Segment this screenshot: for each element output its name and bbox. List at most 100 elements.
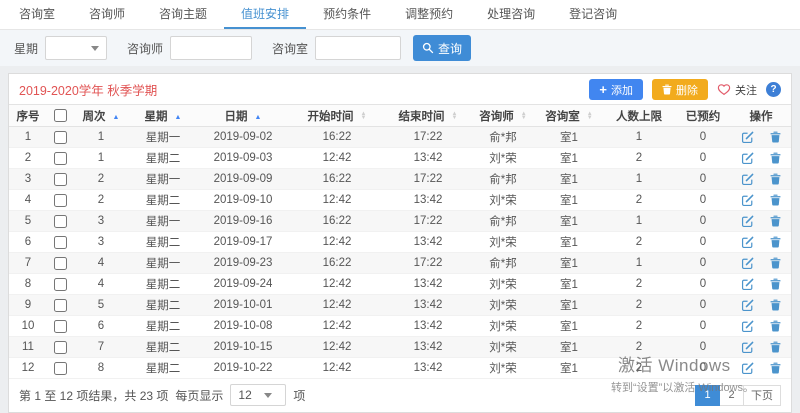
follow-button-label: 关注 — [735, 82, 757, 98]
row-checkbox-cell — [47, 274, 73, 295]
row-checkbox[interactable] — [54, 278, 67, 291]
row-checkbox[interactable] — [54, 215, 67, 228]
booked-cell: 0 — [675, 169, 731, 190]
add-button[interactable]: + 添加 — [589, 79, 643, 100]
edit-button[interactable] — [741, 362, 754, 375]
tab-consult-topic[interactable]: 咨询主题 — [142, 0, 224, 29]
column-header[interactable]: 星期▲ — [129, 105, 197, 127]
follow-button[interactable]: 关注 — [717, 82, 757, 98]
delete-row-button[interactable] — [770, 215, 781, 227]
app-window: 咨询室 咨询师 咨询主题 值班安排 预约条件 调整预约 处理咨询 登记咨询 星期… — [0, 0, 800, 413]
column-header[interactable]: 结束时间▲▼ — [385, 105, 471, 127]
start-time-cell: 12:42 — [289, 295, 385, 316]
day-cell: 星期二 — [129, 274, 197, 295]
tab-register-consult[interactable]: 登记咨询 — [552, 0, 634, 29]
select-all-checkbox[interactable] — [54, 109, 67, 122]
table-header-row: 序号周次▲星期▲日期▲开始时间▲▼结束时间▲▼咨询师▲▼咨询室▲▼人数上限已预约… — [9, 105, 791, 127]
day-cell: 星期一 — [129, 253, 197, 274]
date-cell: 2019-09-17 — [197, 232, 289, 253]
row-checkbox-cell — [47, 316, 73, 337]
room-cell: 室1 — [535, 148, 603, 169]
delete-row-button[interactable] — [770, 299, 781, 311]
edit-icon — [741, 173, 754, 186]
edit-button[interactable] — [741, 299, 754, 312]
tab-consult-room[interactable]: 咨询室 — [2, 0, 72, 29]
tab-adjust-booking[interactable]: 调整预约 — [388, 0, 470, 29]
edit-icon — [741, 257, 754, 270]
row-checkbox[interactable] — [54, 194, 67, 207]
row-checkbox[interactable] — [54, 362, 67, 375]
next-page-button[interactable]: 下页 — [743, 385, 781, 406]
trash-icon — [770, 341, 781, 353]
row-checkbox[interactable] — [54, 257, 67, 270]
max-cell: 2 — [603, 274, 675, 295]
row-checkbox[interactable] — [54, 173, 67, 186]
trash-icon — [770, 194, 781, 206]
row-checkbox[interactable] — [54, 236, 67, 249]
table-row: 2 1 星期二 2019-09-03 12:42 13:42 刘*荣 室1 2 … — [9, 148, 791, 169]
week-filter-select[interactable] — [45, 36, 107, 60]
per-page-select[interactable]: 12 — [230, 384, 286, 406]
table-row: 7 4 星期一 2019-09-23 16:22 17:22 俞*邦 室1 1 … — [9, 253, 791, 274]
delete-row-button[interactable] — [770, 131, 781, 143]
actions-cell — [731, 127, 791, 148]
edit-icon — [741, 131, 754, 144]
help-icon[interactable]: ? — [766, 82, 781, 97]
column-header[interactable]: 周次▲ — [73, 105, 129, 127]
row-checkbox[interactable] — [54, 299, 67, 312]
tab-counselor[interactable]: 咨询师 — [72, 0, 142, 29]
counselor-cell: 刘*荣 — [471, 232, 535, 253]
row-checkbox[interactable] — [54, 320, 67, 333]
sort-asc-icon: ▲ — [255, 114, 262, 121]
edit-button[interactable] — [741, 194, 754, 207]
date-cell: 2019-10-22 — [197, 358, 289, 379]
page-button-1[interactable]: 1 — [695, 385, 720, 406]
delete-row-button[interactable] — [770, 362, 781, 374]
tab-booking-rules[interactable]: 预约条件 — [306, 0, 388, 29]
column-header: 序号 — [9, 105, 47, 127]
column-header: 已预约 — [675, 105, 731, 127]
edit-button[interactable] — [741, 131, 754, 144]
edit-button[interactable] — [741, 278, 754, 291]
delete-row-button[interactable] — [770, 278, 781, 290]
edit-button[interactable] — [741, 173, 754, 186]
edit-button[interactable] — [741, 236, 754, 249]
edit-button[interactable] — [741, 215, 754, 228]
edit-button[interactable] — [741, 152, 754, 165]
delete-row-button[interactable] — [770, 320, 781, 332]
column-header[interactable]: 日期▲ — [197, 105, 289, 127]
search-icon — [422, 42, 434, 54]
select-all-checkbox-cell — [47, 105, 73, 127]
tab-duty-schedule[interactable]: 值班安排 — [224, 0, 306, 29]
date-cell: 2019-09-10 — [197, 190, 289, 211]
row-checkbox[interactable] — [54, 341, 67, 354]
edit-button[interactable] — [741, 257, 754, 270]
counselor-cell: 刘*荣 — [471, 337, 535, 358]
booked-cell: 0 — [675, 211, 731, 232]
search-button[interactable]: 查询 — [413, 35, 471, 61]
column-header[interactable]: 咨询师▲▼ — [471, 105, 535, 127]
room-filter-input[interactable] — [315, 36, 401, 60]
delete-row-button[interactable] — [770, 173, 781, 185]
counselor-cell: 刘*荣 — [471, 274, 535, 295]
delete-row-button[interactable] — [770, 257, 781, 269]
content-panel: 2019-2020学年 秋季学期 + 添加 删除 关注 ? — [8, 73, 792, 413]
delete-row-button[interactable] — [770, 341, 781, 353]
edit-button[interactable] — [741, 320, 754, 333]
counselor-filter-input[interactable] — [170, 36, 252, 60]
delete-row-button[interactable] — [770, 194, 781, 206]
column-header[interactable]: 开始时间▲▼ — [289, 105, 385, 127]
trash-icon — [770, 173, 781, 185]
row-checkbox[interactable] — [54, 131, 67, 144]
row-checkbox[interactable] — [54, 152, 67, 165]
max-cell: 2 — [603, 295, 675, 316]
schedule-table: 序号周次▲星期▲日期▲开始时间▲▼结束时间▲▼咨询师▲▼咨询室▲▼人数上限已预约… — [9, 104, 791, 379]
delete-button[interactable]: 删除 — [652, 79, 708, 100]
edit-button[interactable] — [741, 341, 754, 354]
delete-row-button[interactable] — [770, 152, 781, 164]
tab-handle-consult[interactable]: 处理咨询 — [470, 0, 552, 29]
row-checkbox-cell — [47, 295, 73, 316]
delete-row-button[interactable] — [770, 236, 781, 248]
column-header[interactable]: 咨询室▲▼ — [535, 105, 603, 127]
page-button-2[interactable]: 2 — [719, 385, 744, 406]
